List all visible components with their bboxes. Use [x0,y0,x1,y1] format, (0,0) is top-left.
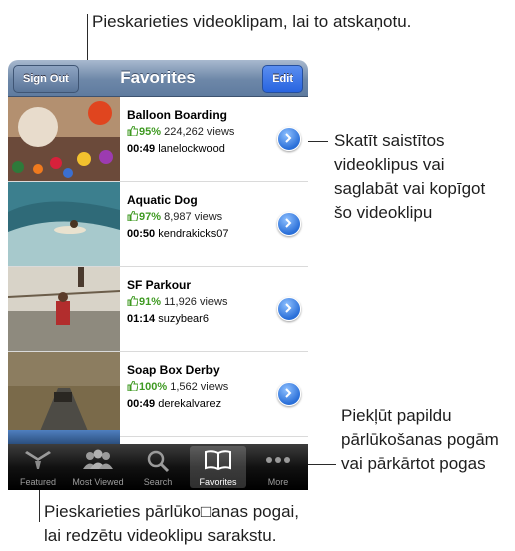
tab-label: Featured [19,477,57,487]
video-info: Balloon Boarding 95% 224,262 views 00:49… [127,107,277,158]
video-row[interactable]: SF Parkour 91% 11,926 views 01:14 suzybe… [8,267,308,352]
video-user: kendrakicks07 [158,228,229,240]
tab-label: More [267,477,289,487]
callout-bottom: Pieskarieties pārlūko□anas pogai, lai re… [44,500,299,548]
video-duration: 01:14 [127,313,156,325]
thumbs-up-icon [127,126,138,136]
video-info: Soap Box Derby 100% 1,562 views 00:49 de… [127,362,277,413]
thumbs-up-icon [127,296,138,306]
detail-disclosure-button[interactable] [277,212,301,236]
tab-most-viewed[interactable]: Most Viewed [70,446,126,488]
tab-favorites[interactable]: Favorites [190,446,246,488]
video-views: 1,562 views [170,381,229,393]
detail-disclosure-button[interactable] [277,127,301,151]
callout-right: Skatīt saistītos videoklipus vai saglabā… [334,129,485,225]
video-thumbnail[interactable] [8,182,120,266]
thumbs-up-icon [127,211,138,221]
video-rating: 91% [139,296,162,308]
video-row[interactable]: Soap Box Derby 100% 1,562 views 00:49 de… [8,352,308,437]
video-views: 224,262 views [164,126,235,138]
video-info: SF Parkour 91% 11,926 views 01:14 suzybe… [127,277,277,328]
callout-bottom-line-1: Pieskarieties pārlūko□anas pogai, [44,502,300,521]
callout-right-line-4: šo videoklipu [334,203,433,222]
chevron-right-icon [285,218,292,228]
callout-bottom-line-2: lai redzētu videoklipu sarakstu. [44,526,277,545]
featured-icon [25,451,51,469]
callout-bottom-right: Piekļūt papildu pārlūkošanas pogām vai p… [341,404,499,476]
chevron-right-icon [285,303,292,313]
video-duration: 00:49 [127,143,156,155]
tab-label: Most Viewed [72,477,124,487]
video-rating: 100% [139,381,168,393]
video-thumbnail[interactable] [8,352,120,436]
video-row[interactable]: Aquatic Dog 97% 8,987 views 00:50 kendra… [8,182,308,267]
favorites-icon [205,450,231,471]
video-rating: 97% [139,211,162,223]
callout-right-line-2: videoklipus vai [334,155,445,174]
video-info: Aquatic Dog 97% 8,987 views 00:50 kendra… [127,192,277,243]
video-duration: 00:49 [127,398,156,410]
video-title: Balloon Boarding [127,108,227,122]
sign-out-button[interactable]: Sign Out [13,65,79,93]
tab-label: Search [143,477,173,487]
video-user: suzybear6 [158,313,209,325]
navigation-bar: Favorites Sign Out Edit [8,60,308,97]
chevron-right-icon [285,388,292,398]
video-user: derekalvarez [158,398,222,410]
callout-bottom-right-line-3: vai pārkārtot pogas [341,454,486,473]
video-thumbnail-partial[interactable] [8,430,120,444]
phone-screen: Favorites Sign Out Edit Balloon Boarding… [8,60,308,490]
video-title: Soap Box Derby [127,363,220,377]
more-icon [266,457,290,463]
video-views: 11,926 views [164,296,228,308]
detail-disclosure-button[interactable] [277,382,301,406]
video-title: SF Parkour [127,278,192,292]
detail-disclosure-button[interactable] [277,297,301,321]
callout-bottom-right-line-1: Piekļūt papildu [341,406,452,425]
video-rating: 95% [139,126,162,138]
video-user: lanelockwood [158,143,225,155]
tab-bar: Featured Most Viewed Search Favorites Mo… [8,444,308,490]
most-viewed-icon [83,449,113,469]
callout-bottom-right-line-2: pārlūkošanas pogām [341,430,499,449]
tab-label: Favorites [199,477,237,487]
video-duration: 00:50 [127,228,156,240]
callout-right-line-1: Skatīt saistītos [334,131,445,150]
video-title: Aquatic Dog [127,193,198,207]
video-thumbnail[interactable] [8,97,120,181]
search-icon [147,450,170,473]
tab-featured[interactable]: Featured [10,446,66,488]
thumbs-up-icon [127,381,138,391]
video-views: 8,987 views [164,211,223,223]
edit-button[interactable]: Edit [262,65,303,93]
callout-right-line-3: saglabāt vai kopīgot [334,179,486,198]
tab-search[interactable]: Search [130,446,186,488]
callout-top: Pieskarieties videoklipam, lai to atskaņ… [92,12,412,31]
tab-more[interactable]: More [250,446,306,488]
video-row[interactable]: Balloon Boarding 95% 224,262 views 00:49… [8,97,308,182]
chevron-right-icon [285,133,292,143]
video-thumbnail[interactable] [8,267,120,351]
